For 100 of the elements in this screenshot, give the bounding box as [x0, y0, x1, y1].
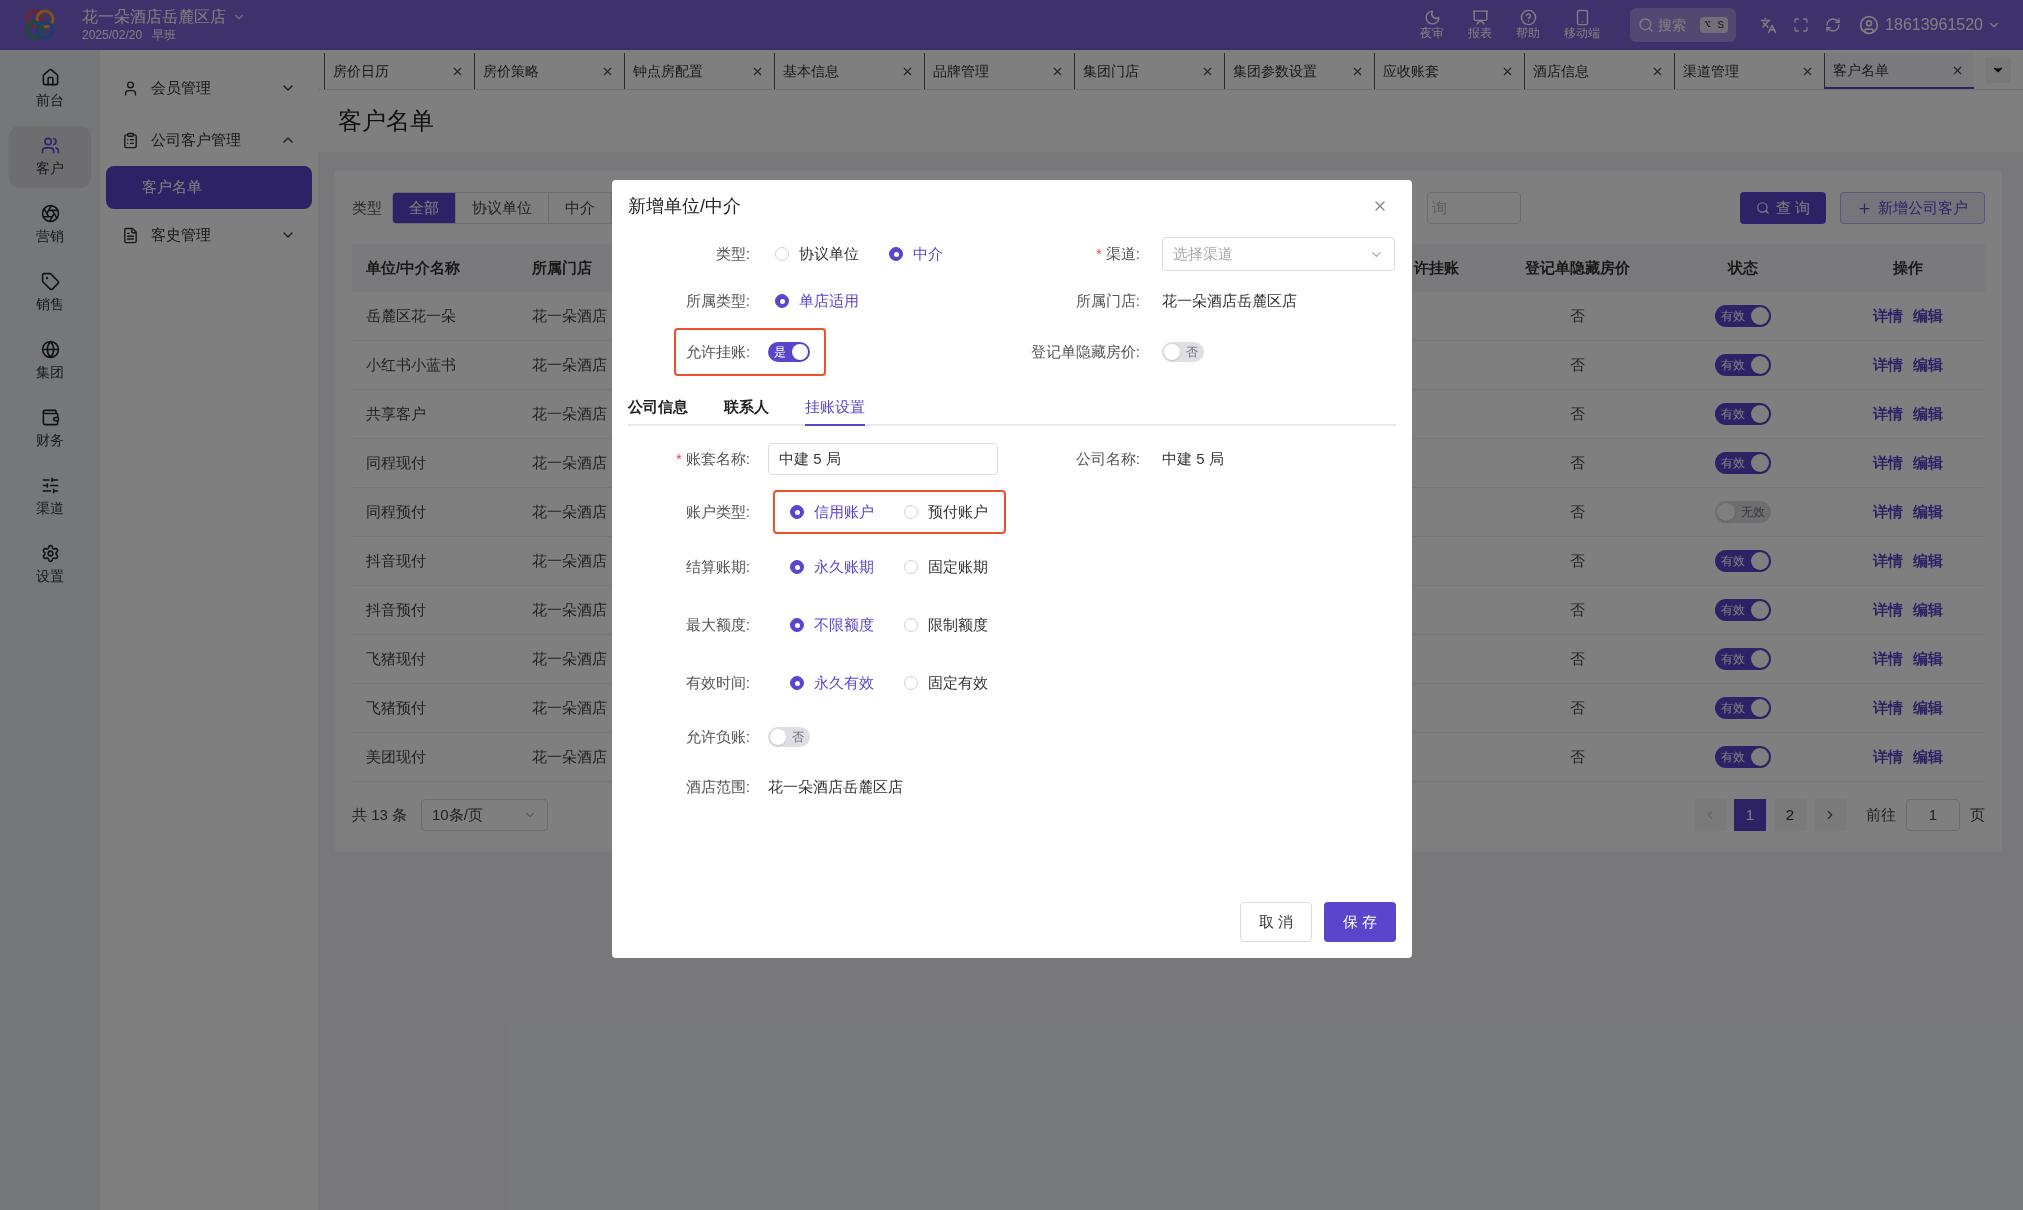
toggle-switch[interactable]: 有效 — [1714, 354, 1771, 376]
radio-button[interactable] — [790, 505, 804, 519]
page-tab[interactable]: 客户名单 — [1824, 53, 1974, 89]
radio-button[interactable] — [790, 676, 804, 690]
radio-label[interactable]: 永久有效 — [814, 671, 874, 695]
save-button[interactable]: 保 存 — [1324, 902, 1396, 942]
tabs-menu-button[interactable] — [1985, 57, 2011, 83]
page-tab[interactable]: 酒店信息 — [1524, 53, 1674, 89]
rail-item[interactable]: 营销 — [9, 194, 91, 256]
action-link[interactable]: 详情 — [1872, 402, 1903, 426]
radio-button[interactable] — [790, 560, 804, 574]
page-tab[interactable]: 基本信息 — [774, 53, 924, 89]
action-link[interactable]: 编辑 — [1912, 598, 1943, 622]
table-cell-text: 花一朵酒店 — [532, 697, 607, 718]
dialog-tab[interactable]: 挂账设置 — [805, 395, 865, 426]
avatar-icon[interactable] — [1859, 15, 1880, 35]
radio-button[interactable] — [775, 294, 789, 308]
dialog-tab[interactable]: 公司信息 — [628, 395, 688, 426]
page-tab[interactable]: 集团门店 — [1074, 53, 1224, 89]
refresh-icon[interactable] — [1825, 17, 1842, 33]
radio-button[interactable] — [790, 618, 804, 632]
action-link[interactable]: 详情 — [1872, 696, 1903, 720]
action-link[interactable]: 编辑 — [1912, 696, 1943, 720]
query-button[interactable]: 查 询 — [1739, 192, 1826, 224]
action-link[interactable]: 编辑 — [1912, 549, 1943, 573]
menu-item[interactable]: 客户名单 — [106, 166, 312, 209]
action-link[interactable]: 编辑 — [1912, 745, 1943, 769]
action-link[interactable]: 编辑 — [1912, 353, 1943, 377]
action-link[interactable]: 详情 — [1872, 745, 1903, 769]
toolbar-button[interactable]: 报表 — [1464, 9, 1497, 41]
dialog-tab[interactable]: 联系人 — [724, 395, 769, 426]
toggle-switch[interactable]: 有效 — [1714, 648, 1771, 670]
page-tab[interactable]: 房价日历 — [324, 53, 474, 89]
page-button[interactable]: 1 — [1734, 799, 1766, 831]
toggle-switch[interactable]: 有效 — [1714, 746, 1771, 768]
action-link[interactable]: 编辑 — [1912, 500, 1943, 524]
table-cell-text: 抖音现付 — [366, 550, 426, 571]
toggle-switch[interactable]: 是 — [768, 342, 811, 362]
rail-item[interactable]: 客户 — [9, 126, 91, 188]
action-link[interactable]: 详情 — [1872, 353, 1903, 377]
channel-select[interactable]: 选择渠道 — [1162, 237, 1395, 271]
radio-label[interactable]: 预付账户 — [928, 500, 988, 524]
action-link[interactable]: 详情 — [1872, 304, 1903, 328]
cancel-button[interactable]: 取 消 — [1240, 902, 1312, 942]
action-link[interactable]: 编辑 — [1912, 647, 1943, 671]
page-tab[interactable]: 钟点房配置 — [624, 53, 774, 89]
action-link[interactable]: 详情 — [1872, 451, 1903, 475]
toggle-switch[interactable]: 有效 — [1714, 305, 1771, 327]
menu-group[interactable]: 客史管理 — [106, 209, 312, 261]
page-tab[interactable]: 应收账套 — [1374, 53, 1524, 89]
action-link[interactable]: 详情 — [1872, 598, 1903, 622]
radio-label[interactable]: 协议单位 — [799, 242, 859, 266]
menu-group[interactable]: 会员管理 — [106, 62, 312, 114]
toggle-switch[interactable]: 有效 — [1714, 697, 1771, 719]
toggle-switch[interactable]: 有效 — [1714, 550, 1771, 572]
company-name-value: 中建 5 局 — [1162, 448, 1224, 469]
user-phone[interactable]: 18613961520 — [1885, 13, 1983, 37]
menu-group[interactable]: 公司客户管理 — [106, 114, 312, 166]
page-tab[interactable]: 房价策略 — [474, 53, 624, 89]
rail-item[interactable]: 渠道 — [9, 466, 91, 528]
toolbar-button[interactable]: 帮助 — [1512, 9, 1545, 41]
toggle-switch[interactable]: 有效 — [1714, 403, 1771, 425]
page-size-select[interactable]: 10条/页 — [421, 799, 549, 831]
radio-label[interactable]: 固定账期 — [928, 555, 988, 579]
toolbar-button[interactable]: 夜审 — [1416, 9, 1449, 41]
translate-icon[interactable] — [1760, 16, 1778, 34]
action-link[interactable]: 详情 — [1872, 549, 1903, 573]
toggle-switch[interactable]: 否 — [768, 727, 810, 747]
rail-item[interactable]: 销售 — [9, 262, 91, 324]
rail-item[interactable]: 集团 — [9, 330, 91, 392]
rail-item[interactable]: 前台 — [9, 58, 91, 120]
radio-button[interactable] — [889, 247, 903, 261]
table-cell-text: 否 — [1569, 648, 1586, 669]
toggle-switch[interactable]: 有效 — [1714, 452, 1771, 474]
page-tab[interactable]: 集团参数设置 — [1224, 53, 1374, 89]
radio-label[interactable]: 不限额度 — [814, 613, 874, 637]
page-tab[interactable]: 品牌管理 — [924, 53, 1074, 89]
radio-label[interactable]: 固定有效 — [928, 671, 988, 695]
page-button[interactable]: 2 — [1774, 799, 1806, 831]
ledger-name-input[interactable]: 中建 5 局 — [768, 443, 998, 475]
toggle-switch[interactable]: 否 — [1162, 342, 1204, 362]
radio-label[interactable]: 单店适用 — [799, 289, 859, 313]
action-link[interactable]: 编辑 — [1912, 451, 1943, 475]
radio-label[interactable]: 中介 — [913, 242, 943, 266]
add-customer-button[interactable]: 新增公司客户 — [1840, 192, 1985, 224]
fullscreen-icon[interactable] — [1793, 17, 1810, 33]
toggle-switch[interactable]: 有效 — [1714, 599, 1771, 621]
radio-label[interactable]: 永久账期 — [814, 555, 874, 579]
filter-option[interactable]: 全部 — [393, 193, 456, 223]
page-input[interactable]: 1 — [1906, 799, 1960, 831]
rail-item[interactable]: 财务 — [9, 398, 91, 460]
action-link[interactable]: 详情 — [1872, 500, 1903, 524]
rail-item[interactable]: 设置 — [9, 534, 91, 596]
action-link[interactable]: 详情 — [1872, 647, 1903, 671]
radio-label[interactable]: 限制额度 — [928, 613, 988, 637]
toolbar-button[interactable]: 移动端 — [1560, 9, 1605, 41]
radio-label[interactable]: 信用账户 — [814, 500, 874, 524]
action-link[interactable]: 编辑 — [1912, 402, 1943, 426]
filter-option[interactable]: 协议单位 — [456, 193, 549, 223]
action-link[interactable]: 编辑 — [1912, 304, 1943, 328]
